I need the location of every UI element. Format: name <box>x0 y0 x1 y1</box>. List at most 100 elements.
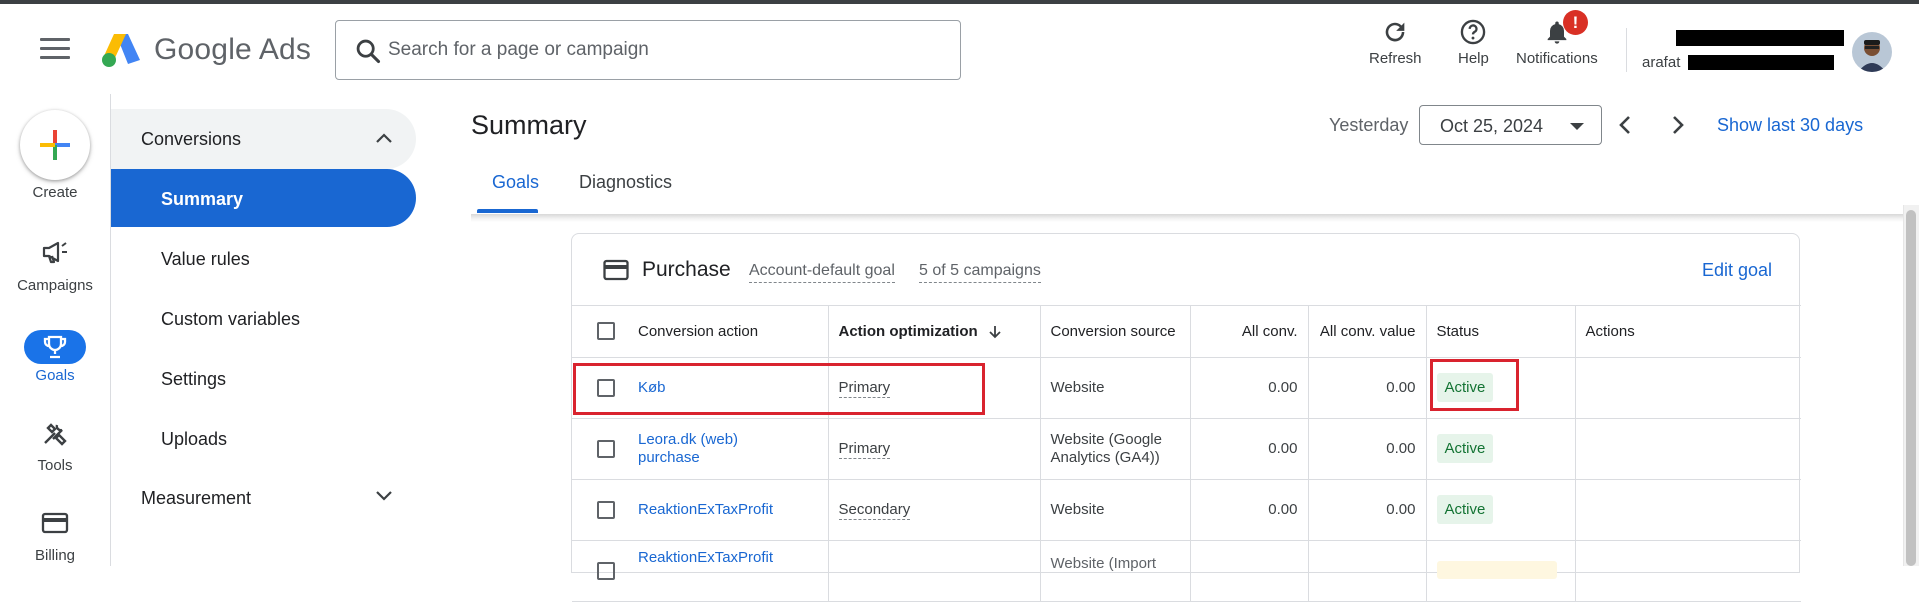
actions-cell <box>1575 418 1801 480</box>
column-header-conversion-source[interactable]: Conversion source <box>1040 306 1191 358</box>
campaigns-count-label[interactable]: 5 of 5 campaigns <box>919 262 1041 283</box>
refresh-label: Refresh <box>1369 50 1422 67</box>
google-ads-logo[interactable] <box>100 30 142 68</box>
column-header-conversion-action[interactable]: Conversion action <box>628 306 829 358</box>
show-last-30-days-link[interactable]: Show last 30 days <box>1717 115 1863 136</box>
dropdown-caret-icon <box>1570 123 1584 130</box>
create-button[interactable] <box>20 110 90 180</box>
conversion-source: Website (Google Analytics (GA4)) <box>1040 418 1191 480</box>
optimization-value[interactable]: Primary <box>838 440 891 459</box>
search-bar[interactable] <box>335 20 961 80</box>
subnav-item-uploads[interactable]: Uploads <box>111 409 416 467</box>
row-select-cell <box>572 357 628 419</box>
conversions-subnav: Conversions Summary Value rules Custom v… <box>111 94 416 566</box>
plus-icon <box>40 130 70 160</box>
conversion-source: Website <box>1040 479 1191 541</box>
purchase-goal-card: Purchase Account-default goal 5 of 5 cam… <box>571 233 1801 602</box>
measurement-label: Measurement <box>141 488 252 508</box>
megaphone-icon <box>42 241 67 264</box>
conversion-action-link[interactable]: ReaktionExTaxProfit <box>638 549 773 566</box>
all-conv-value: 0.00 <box>1190 479 1309 541</box>
tools-nav[interactable] <box>0 421 110 452</box>
card-header: Purchase Account-default goal 5 of 5 cam… <box>572 234 1801 306</box>
refresh-button[interactable]: Refresh <box>1369 18 1422 67</box>
column-header-all-conv-value[interactable]: All conv. value <box>1308 306 1427 358</box>
campaigns-label[interactable]: Campaigns <box>0 277 110 294</box>
column-header-actions: Actions <box>1575 306 1801 358</box>
next-period-button[interactable] <box>1664 112 1690 138</box>
row-select-cell <box>572 479 628 541</box>
account-default-goal-label[interactable]: Account-default goal <box>749 262 895 283</box>
subnav-item-label: Value rules <box>161 249 250 269</box>
page-title: Summary <box>471 110 587 140</box>
conversion-action-link[interactable]: Køb <box>638 379 666 396</box>
all-conv-value-amount: 0.00 <box>1308 357 1427 419</box>
table-row: Køb Primary Website 0.00 0.00 Active <box>572 357 1801 419</box>
all-conv-value <box>1190 540 1309 602</box>
date-picker[interactable]: Oct 25, 2024 <box>1419 105 1602 145</box>
edit-goal-link[interactable]: Edit goal <box>1702 260 1772 281</box>
campaigns-nav[interactable] <box>0 240 110 269</box>
previous-period-button[interactable] <box>1613 112 1639 138</box>
status-badge <box>1436 560 1557 579</box>
subnav-item-summary[interactable]: Summary <box>111 169 416 227</box>
conversions-section-toggle[interactable]: Conversions <box>111 109 416 169</box>
tab-diagnostics[interactable]: Diagnostics <box>579 172 672 193</box>
subnav-item-label: Custom variables <box>161 309 301 329</box>
app-header: Google Ads Refresh Help Notifications ! … <box>0 4 1919 94</box>
all-conv-value-amount: 0.00 <box>1308 479 1427 541</box>
select-all-checkbox[interactable] <box>597 322 615 341</box>
table-row: Leora.dk (web) purchase Primary Website … <box>572 418 1801 480</box>
conversion-source: Website <box>1040 357 1191 419</box>
column-header-status[interactable]: Status <box>1426 306 1576 358</box>
search-input[interactable] <box>388 35 928 65</box>
subnav-item-label: Summary <box>161 189 244 209</box>
account-email-redacted <box>1676 30 1844 46</box>
subnav-item-custom-variables[interactable]: Custom variables <box>111 289 416 347</box>
row-checkbox[interactable] <box>597 378 615 397</box>
actions-cell <box>1575 479 1801 541</box>
conversion-action-link[interactable]: Leora.dk (web) purchase <box>638 431 758 467</box>
row-checkbox[interactable] <box>597 500 615 519</box>
tools-icon <box>44 423 67 446</box>
help-icon <box>1461 19 1486 45</box>
all-conv-value: 0.00 <box>1190 418 1309 480</box>
chevron-down-icon <box>376 491 392 501</box>
scrollbar-thumb[interactable] <box>1906 210 1916 566</box>
search-icon <box>356 39 381 64</box>
row-checkbox[interactable] <box>597 561 615 580</box>
trophy-icon <box>43 335 67 359</box>
column-header-all-conv[interactable]: All conv. <box>1190 306 1309 358</box>
optimization-value[interactable]: Secondary <box>838 501 911 520</box>
conversion-action-link[interactable]: ReaktionExTaxProfit <box>638 501 773 518</box>
help-button[interactable]: Help <box>1458 18 1489 67</box>
conversion-source: Website (Import <box>1040 540 1191 602</box>
credit-card-icon <box>41 512 69 534</box>
avatar[interactable] <box>1852 32 1892 72</box>
status-badge: Active <box>1436 373 1494 402</box>
row-checkbox[interactable] <box>597 439 615 458</box>
goal-title: Purchase <box>642 258 731 281</box>
table-header-row: Conversion action Action optimization Co… <box>572 306 1801 358</box>
row-select-cell <box>572 418 628 480</box>
subnav-item-value-rules[interactable]: Value rules <box>111 229 416 287</box>
column-header-action-optimization[interactable]: Action optimization <box>828 306 1041 358</box>
table-row: ReaktionExTaxProfit Secondary Website 0.… <box>572 479 1801 541</box>
status-badge: Active <box>1436 434 1494 463</box>
account-name[interactable]: arafat <box>1642 54 1680 71</box>
goals-nav[interactable] <box>24 330 86 364</box>
tab-goals[interactable]: Goals <box>492 172 539 193</box>
billing-nav[interactable] <box>0 512 110 539</box>
hamburger-icon[interactable] <box>40 38 70 62</box>
all-conv-value: 0.00 <box>1190 357 1309 419</box>
optimization-value[interactable]: Primary <box>838 379 891 398</box>
header-divider <box>1626 28 1627 72</box>
refresh-icon <box>1385 22 1405 42</box>
measurement-section-toggle[interactable]: Measurement <box>111 468 416 526</box>
goals-label[interactable]: Goals <box>0 367 110 384</box>
billing-label[interactable]: Billing <box>0 547 110 564</box>
account-id-redacted <box>1688 55 1834 70</box>
subnav-item-label: Uploads <box>161 429 228 449</box>
tools-label[interactable]: Tools <box>0 457 110 474</box>
subnav-item-settings[interactable]: Settings <box>111 349 416 407</box>
